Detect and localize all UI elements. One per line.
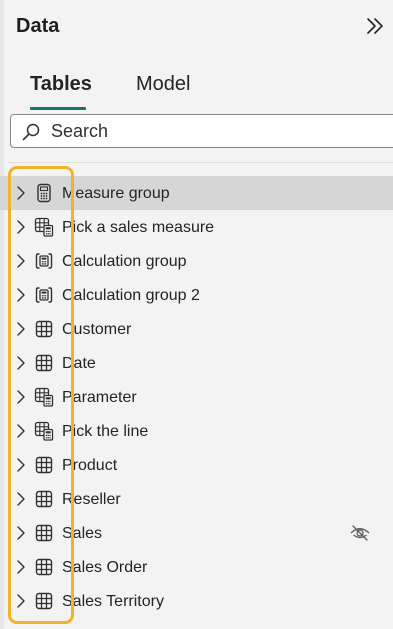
chevron-right-icon[interactable]: [14, 559, 28, 575]
table-name: Pick a sales measure: [62, 219, 215, 236]
table-name: Measure group: [62, 185, 170, 202]
table-row[interactable]: Calculation group 2: [0, 278, 393, 312]
parameter-table-icon: [34, 387, 54, 407]
table-row[interactable]: Sales: [0, 516, 393, 550]
table-row[interactable]: Measure group: [0, 176, 393, 210]
table-row[interactable]: Date: [0, 346, 393, 380]
parameter-table-icon: [34, 421, 54, 441]
calculation-group-icon: [34, 251, 54, 271]
chevron-right-icon[interactable]: [14, 423, 28, 439]
search-box[interactable]: [10, 114, 393, 148]
data-pane: Data Tables Model Measure group Pick a sa…: [0, 0, 393, 629]
pane-title: Data: [16, 15, 60, 37]
table-row[interactable]: Calculation group: [0, 244, 393, 278]
search-input[interactable]: [51, 118, 381, 144]
table-icon: [34, 319, 54, 339]
table-row[interactable]: Pick a sales measure: [0, 210, 393, 244]
chevron-right-icon[interactable]: [14, 287, 28, 303]
chevron-right-icon[interactable]: [14, 253, 28, 269]
collapse-pane-button[interactable]: [363, 14, 387, 38]
table-name: Sales Territory: [62, 593, 164, 610]
pane-header: Data: [0, 0, 393, 56]
pane-tabs: Tables Model: [0, 64, 393, 112]
table-row[interactable]: Parameter: [0, 380, 393, 414]
table-name: Customer: [62, 321, 132, 338]
search-icon: [22, 123, 40, 141]
chevron-right-icon[interactable]: [14, 185, 28, 201]
parameter-table-icon: [34, 217, 54, 237]
chevron-right-icon[interactable]: [14, 525, 28, 541]
table-icon: [34, 523, 54, 543]
table-icon: [34, 591, 54, 611]
table-icon: [34, 353, 54, 373]
table-name: Date: [62, 355, 96, 372]
chevron-right-icon[interactable]: [14, 219, 28, 235]
table-icon: [34, 489, 54, 509]
table-name: Product: [62, 457, 118, 474]
chevron-right-icon[interactable]: [14, 355, 28, 371]
calculation-group-icon: [34, 285, 54, 305]
hidden-eye-icon[interactable]: [349, 524, 371, 542]
table-row[interactable]: Pick the line: [0, 414, 393, 448]
table-list: Measure group Pick a sales measure Calcula…: [0, 176, 393, 618]
chevron-right-icon[interactable]: [14, 491, 28, 507]
table-icon: [34, 455, 54, 475]
table-name: Pick the line: [62, 423, 149, 440]
table-row[interactable]: Customer: [0, 312, 393, 346]
tab-tables[interactable]: Tables: [30, 72, 92, 96]
table-icon: [34, 557, 54, 577]
table-row[interactable]: Reseller: [0, 482, 393, 516]
calculator-icon: [34, 183, 54, 203]
table-row[interactable]: Product: [0, 448, 393, 482]
tab-model[interactable]: Model: [136, 72, 190, 96]
chevron-right-icon[interactable]: [14, 457, 28, 473]
table-name: Reseller: [62, 491, 121, 508]
table-row[interactable]: Sales Territory: [0, 584, 393, 618]
table-row[interactable]: Sales Order: [0, 550, 393, 584]
double-chevron-right-icon: [367, 18, 383, 34]
chevron-right-icon[interactable]: [14, 321, 28, 337]
table-name: Parameter: [62, 389, 137, 406]
chevron-right-icon[interactable]: [14, 593, 28, 609]
active-tab-indicator: [30, 107, 86, 110]
table-name: Calculation group: [62, 253, 187, 270]
search-divider: [8, 162, 393, 163]
table-name: Calculation group 2: [62, 287, 200, 304]
chevron-right-icon[interactable]: [14, 389, 28, 405]
table-name: Sales: [62, 525, 103, 542]
table-name: Sales Order: [62, 559, 148, 576]
